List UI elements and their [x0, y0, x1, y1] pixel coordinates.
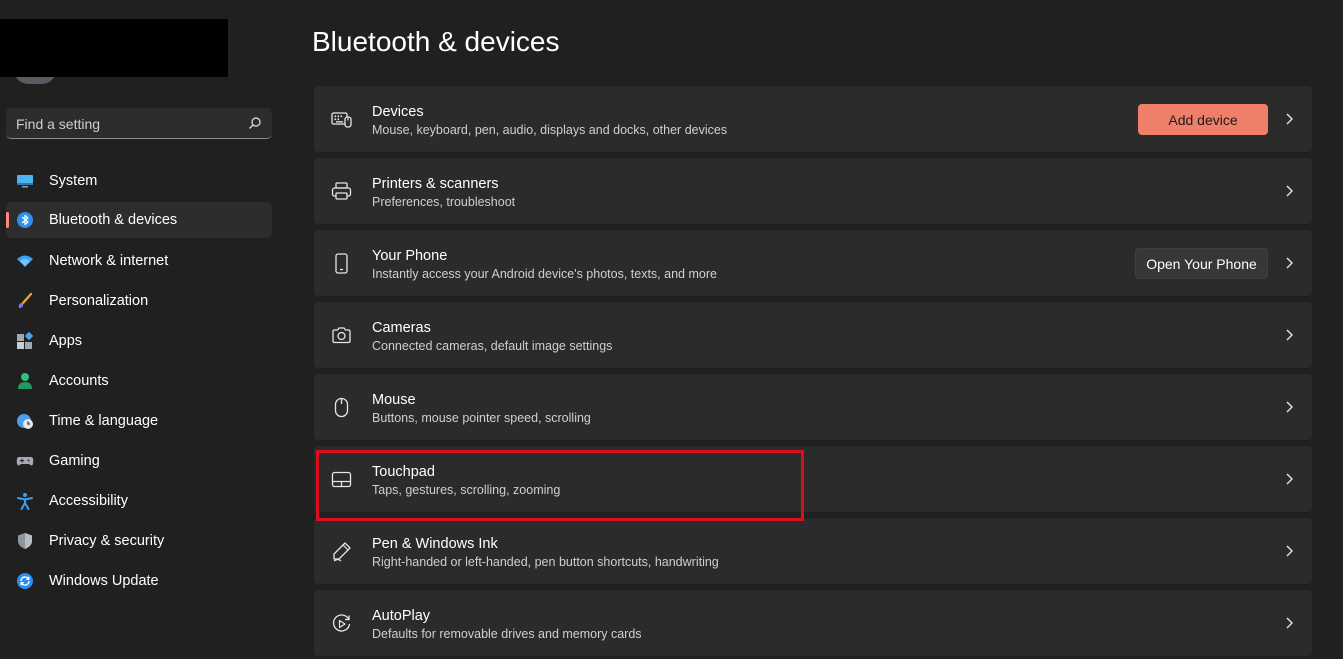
card-subtitle: Mouse, keyboard, pen, audio, displays an… [372, 123, 728, 137]
card-subtitle: Right-handed or left-handed, pen button … [372, 555, 719, 569]
sidebar-item-label: Windows Update [49, 573, 159, 589]
sidebar-item-label: Time & language [49, 413, 159, 429]
keyboard-devices-icon [331, 109, 352, 130]
globe-clock-icon [16, 412, 34, 430]
accessibility-icon [16, 492, 34, 510]
card-subtitle: Preferences, troubleshoot [372, 195, 516, 209]
chevron-right-icon [1284, 328, 1294, 342]
sidebar-item-label: Personalization [49, 293, 149, 309]
autoplay-icon [331, 613, 352, 634]
sidebar-item-label: Privacy & security [49, 533, 165, 549]
card-title: AutoPlay [372, 608, 431, 624]
card-subtitle: Instantly access your Android device's p… [372, 267, 717, 281]
chevron-right-icon [1284, 112, 1294, 126]
gamepad-icon [16, 452, 34, 470]
card-pen-windows-ink[interactable]: Pen & Windows Ink Right-handed or left-h… [314, 518, 1312, 584]
card-devices[interactable]: Devices Mouse, keyboard, pen, audio, dis… [314, 86, 1312, 152]
card-title: Mouse [372, 392, 416, 408]
card-title: Pen & Windows Ink [372, 536, 498, 552]
brush-icon [16, 292, 34, 310]
chevron-right-icon [1284, 184, 1294, 198]
card-title: Your Phone [372, 248, 448, 264]
sidebar-item-label: Accounts [49, 373, 109, 389]
sidebar-item-privacy-security[interactable]: Privacy & security [6, 523, 272, 559]
sidebar-item-bluetooth-devices[interactable]: Bluetooth & devices [6, 202, 272, 238]
pen-icon [331, 541, 352, 562]
sidebar-item-network[interactable]: Network & internet [6, 243, 272, 279]
active-indicator [6, 212, 9, 228]
update-icon [16, 572, 34, 590]
sidebar-item-label: Apps [49, 333, 83, 349]
printer-icon [331, 181, 352, 202]
camera-icon [331, 325, 352, 346]
add-device-button[interactable]: Add device [1138, 104, 1268, 135]
mouse-icon [331, 397, 352, 418]
monitor-icon [16, 172, 34, 190]
sidebar-item-label: System [49, 173, 98, 189]
sidebar-item-label: Accessibility [49, 493, 128, 509]
card-title: Printers & scanners [372, 176, 499, 192]
card-subtitle: Defaults for removable drives and memory… [372, 627, 642, 641]
chevron-right-icon [1284, 256, 1294, 270]
wifi-icon [16, 252, 34, 270]
card-cameras[interactable]: Cameras Connected cameras, default image… [314, 302, 1312, 368]
bluetooth-icon [16, 211, 34, 229]
card-subtitle: Buttons, mouse pointer speed, scrolling [372, 411, 591, 425]
phone-icon [331, 253, 352, 274]
sidebar-item-accounts[interactable]: Accounts [6, 363, 272, 399]
sidebar-item-label: Gaming [49, 453, 100, 469]
chevron-right-icon [1284, 472, 1294, 486]
sidebar-item-personalization[interactable]: Personalization [6, 283, 272, 319]
sidebar-item-system[interactable]: System [6, 163, 272, 199]
sidebar: Find a setting System Bluetooth & device… [0, 0, 290, 659]
card-mouse[interactable]: Mouse Buttons, mouse pointer speed, scro… [314, 374, 1312, 440]
search-input[interactable]: Find a setting [6, 108, 272, 139]
person-icon [16, 372, 34, 390]
chevron-right-icon [1284, 616, 1294, 630]
card-autoplay[interactable]: AutoPlay Defaults for removable drives a… [314, 590, 1312, 656]
sidebar-item-label: Bluetooth & devices [49, 212, 178, 228]
sidebar-item-apps[interactable]: Apps [6, 323, 272, 359]
shield-icon [16, 532, 34, 550]
sidebar-item-time-language[interactable]: Time & language [6, 403, 272, 439]
profile-redaction [0, 19, 228, 77]
card-title: Cameras [372, 320, 431, 336]
sidebar-item-label: Network & internet [49, 253, 169, 269]
search-icon[interactable] [248, 116, 262, 130]
card-title: Devices [372, 104, 424, 120]
chevron-right-icon [1284, 544, 1294, 558]
card-printers-scanners[interactable]: Printers & scanners Preferences, trouble… [314, 158, 1312, 224]
touchpad-highlight-box [316, 450, 804, 521]
search-placeholder: Find a setting [16, 116, 101, 132]
page-title: Bluetooth & devices [312, 26, 560, 57]
sidebar-item-accessibility[interactable]: Accessibility [6, 483, 272, 519]
sidebar-item-windows-update[interactable]: Windows Update [6, 563, 272, 599]
card-subtitle: Connected cameras, default image setting… [372, 339, 613, 353]
chevron-right-icon [1284, 400, 1294, 414]
apps-icon [16, 332, 34, 350]
sidebar-item-gaming[interactable]: Gaming [6, 443, 272, 479]
open-your-phone-button[interactable]: Open Your Phone [1135, 248, 1268, 279]
card-your-phone[interactable]: Your Phone Instantly access your Android… [314, 230, 1312, 296]
